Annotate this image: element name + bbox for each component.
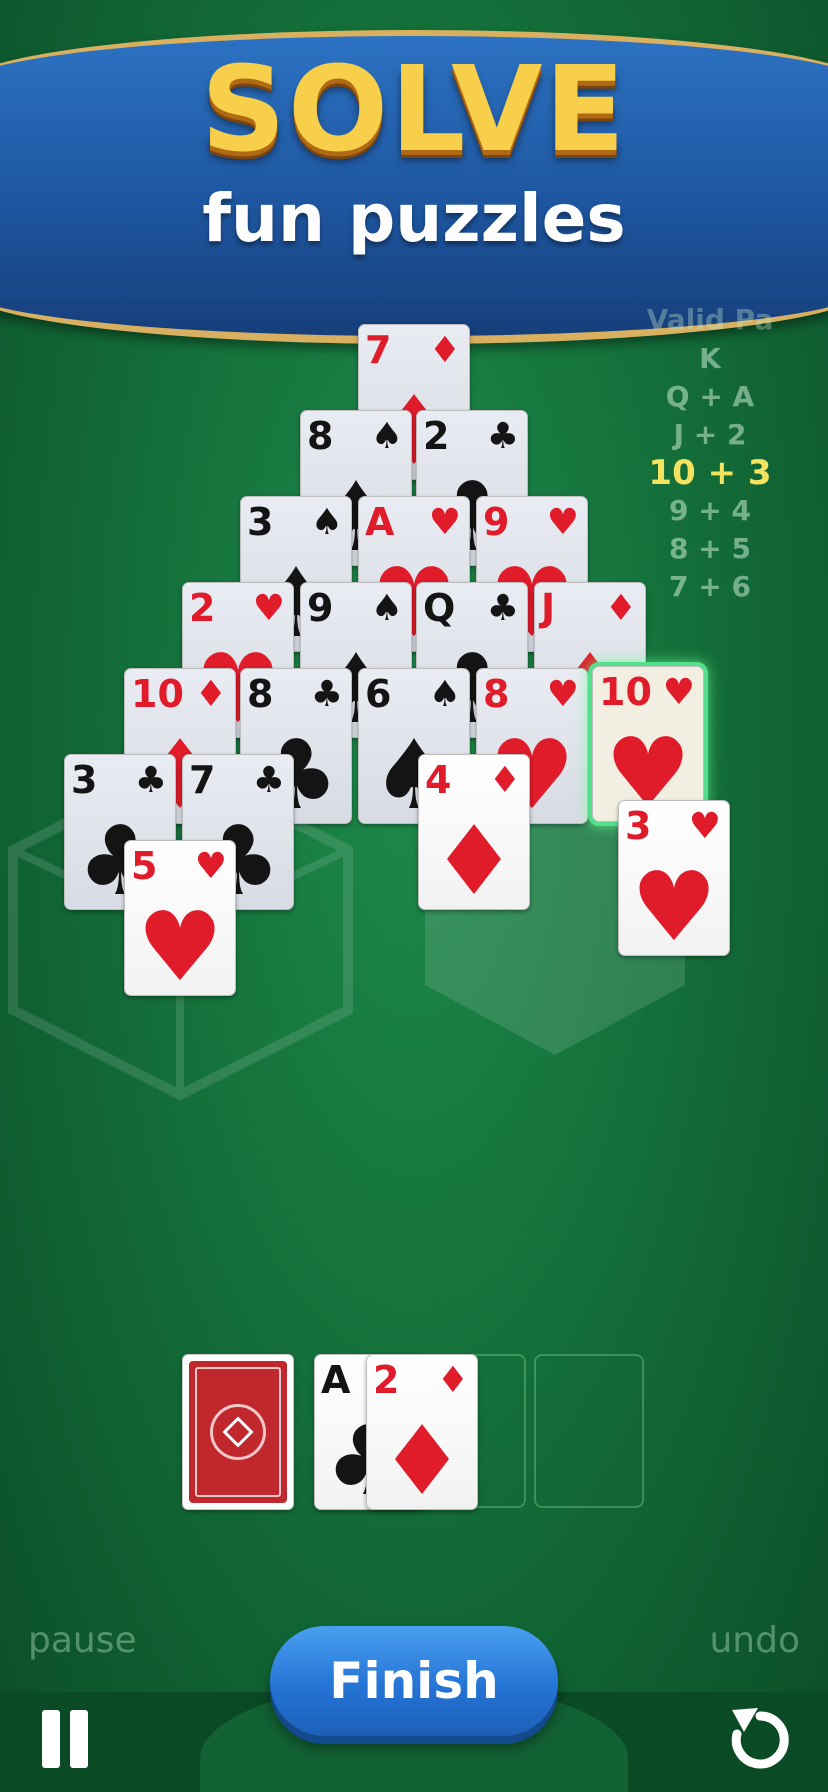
card-rank: 6 <box>365 672 392 716</box>
valid-pair-row: Q + A <box>665 380 755 413</box>
card-rank: J <box>541 586 556 630</box>
heart-icon: ♥ <box>662 672 695 713</box>
undo-icon <box>731 1708 789 1769</box>
valid-pair-row: 9 + 4 <box>669 494 751 527</box>
card-rank: 9 <box>307 586 334 630</box>
finish-button[interactable]: Finish <box>270 1626 558 1736</box>
selected-pyramid-card[interactable]: 10 ♥ ♥ <box>592 666 704 822</box>
card-rank: 2 <box>373 1358 400 1402</box>
diamond-icon: ♦ <box>604 588 637 629</box>
playable-card[interactable]: 4 ♦ ♦ <box>418 754 530 910</box>
valid-pair-row: 8 + 5 <box>669 532 751 565</box>
diamond-icon: ♦ <box>378 1405 466 1510</box>
club-icon: ♣ <box>310 674 343 715</box>
card-rank: 8 <box>483 672 510 716</box>
playable-card[interactable]: 5 ♥ ♥ <box>124 840 236 996</box>
club-icon: ♣ <box>486 588 519 629</box>
heart-icon: ♥ <box>630 851 718 956</box>
card-rank: Q <box>423 586 456 630</box>
card-rank: 3 <box>71 758 98 802</box>
heart-icon: ♥ <box>194 846 227 887</box>
moving-card[interactable]: 3 ♥ ♥ <box>618 800 730 956</box>
diamond-icon: ♦ <box>430 805 518 910</box>
heart-icon: ♥ <box>136 891 224 996</box>
diamond-icon: ♦ <box>436 1360 469 1401</box>
undo-button[interactable] <box>728 1702 792 1772</box>
card-rank: 8 <box>307 414 334 458</box>
card-rank: 4 <box>425 758 452 802</box>
card-rank: 7 <box>365 328 392 372</box>
card-rank: 9 <box>483 500 510 544</box>
valid-pairs-heading: Valid Pa <box>646 303 774 336</box>
heart-icon: ♥ <box>546 502 579 543</box>
card-rank: 3 <box>247 500 274 544</box>
valid-pair-row-active: 10 + 3 <box>648 453 772 493</box>
stock-pile[interactable] <box>182 1354 294 1510</box>
card-rank: 8 <box>247 672 274 716</box>
banner-subtitle: fun puzzles <box>202 180 626 257</box>
pause-button[interactable] <box>38 1710 94 1770</box>
card-rank: 10 <box>131 672 184 716</box>
valid-pair-row: 7 + 6 <box>669 570 751 603</box>
waste-card-top[interactable]: 2 ♦ ♦ <box>366 1354 478 1510</box>
card-rank: 5 <box>131 844 158 888</box>
spade-icon: ♠ <box>310 502 343 543</box>
card-rank: 2 <box>189 586 216 630</box>
empty-slot <box>534 1354 644 1508</box>
club-icon: ♣ <box>134 760 167 801</box>
card-rank: A <box>321 1358 351 1402</box>
heart-icon: ♥ <box>428 502 461 543</box>
diamond-icon: ♦ <box>428 330 461 371</box>
pause-icon <box>70 1710 88 1768</box>
card-rank: 7 <box>189 758 216 802</box>
spade-icon: ♠ <box>428 674 461 715</box>
undo-label: undo <box>709 1620 800 1661</box>
club-icon: ♣ <box>486 416 519 457</box>
valid-pairs-list: Valid Pa K Q + A J + 2 10 + 3 9 + 4 8 + … <box>630 300 790 606</box>
banner-title: SOLVE <box>200 40 628 178</box>
club-icon: ♣ <box>252 760 285 801</box>
card-rank: 10 <box>599 670 652 714</box>
diamond-icon: ♦ <box>194 674 227 715</box>
valid-pair-row: J + 2 <box>673 418 747 451</box>
card-rank: 3 <box>625 804 652 848</box>
spade-icon: ♠ <box>370 588 403 629</box>
pause-icon <box>42 1710 60 1768</box>
card-rank: A <box>365 500 395 544</box>
heart-icon: ♥ <box>688 806 721 847</box>
pause-label: pause <box>28 1620 137 1661</box>
heart-icon: ♥ <box>252 588 285 629</box>
heart-icon: ♥ <box>546 674 579 715</box>
diamond-icon: ♦ <box>488 760 521 801</box>
valid-pair-row: K <box>699 342 721 375</box>
card-rank: 2 <box>423 414 450 458</box>
card-back-pattern <box>189 1361 287 1503</box>
spade-icon: ♠ <box>370 416 403 457</box>
